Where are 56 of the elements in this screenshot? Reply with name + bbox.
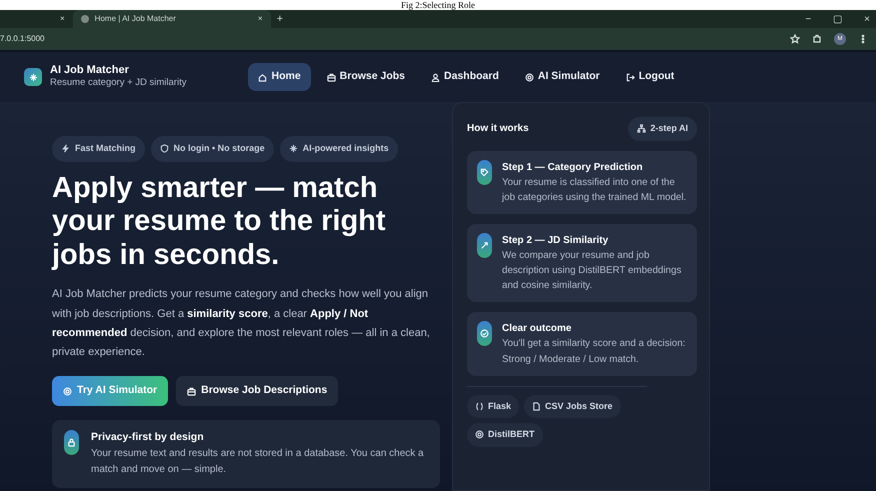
puzzle-icon (812, 34, 822, 44)
sparkle-icon (288, 144, 298, 154)
briefcase-icon (326, 72, 336, 82)
braces-icon (475, 402, 484, 411)
hero-paragraph: AI Job Matcher predicts your resume category and checks how well you align with job descriptions. Get a similarity score, a clear Apply / Not recommended decision, and explore the most relevant roles — all in a clean, private experience. (52, 287, 431, 360)
lock-glyph-icon (67, 438, 76, 448)
shield-icon (160, 144, 169, 154)
check-glyph-icon (480, 329, 489, 338)
tech-chip: CSV Jobs Store (524, 394, 621, 418)
briefcase-icon (187, 386, 196, 396)
step-badge: 2-step AI (628, 117, 697, 140)
browse-button[interactable]: Browse Job Descriptions (176, 376, 338, 406)
browser-tab[interactable]: × (0, 10, 73, 28)
bolt-icon (61, 144, 70, 154)
tab-title: Home | AI Job Matcher (94, 13, 176, 25)
arrows-glyph-icon (480, 240, 489, 250)
tech-chip: Flask (467, 394, 520, 418)
step-text: Your resume is classified into one of the job categories using the trained ML model. (502, 176, 687, 205)
tech-chip: DistilBERT (467, 423, 543, 447)
nav-link[interactable]: Dashboard (421, 63, 509, 91)
close-button[interactable]: × (864, 12, 870, 26)
restore-button[interactable]: ▢ (833, 12, 842, 26)
favicon-icon (80, 15, 89, 23)
step-title: Step 2 — JD Similarity (502, 234, 610, 248)
feature-chip: AI-powered insights (280, 136, 398, 162)
tree-icon (637, 124, 646, 134)
browser-tab[interactable]: Home | AI Job Matcher × (72, 10, 271, 28)
step-text: We compare your resume and job description using DistilBERT embeddings and cosine similarity. (502, 248, 682, 294)
minimize-button[interactable]: − (805, 12, 812, 26)
tag-glyph-icon (480, 168, 489, 176)
nav-link[interactable]: Logout (616, 63, 684, 91)
feature-chip: No login • No storage (150, 136, 274, 162)
nav-link[interactable]: AI Simulator (514, 63, 610, 91)
sparkle-icon (28, 72, 38, 82)
step-title: Clear outcome (502, 322, 572, 336)
person-icon (431, 72, 440, 82)
tab-close-button[interactable]: × (60, 13, 65, 25)
figure-caption: Fig 2:Selecting Role (401, 0, 475, 10)
tab-close-button[interactable]: × (258, 13, 263, 25)
privacy-text: Your resume text and results are not stored in a database. You can check a match and move on — simple. (91, 446, 425, 477)
hero-heading: Apply smarter — match your resume to the right jobs in seconds. (52, 172, 387, 274)
privacy-title: Privacy-first by design (91, 430, 205, 446)
new-tab-button[interactable]: + (270, 10, 290, 28)
logout-icon (626, 72, 635, 82)
star-icon (790, 34, 800, 44)
step-text: You'll get a similarity score and a decision: Strong / Moderate / Low match. (502, 337, 686, 367)
document-icon (532, 402, 542, 411)
nav-link[interactable]: Browse Jobs (316, 63, 416, 91)
address-field[interactable]: 7.0.0.1:5000 (0, 33, 44, 45)
home-icon (258, 72, 268, 82)
panel-title: How it works (467, 122, 529, 136)
feature-chip: Fast Matching (52, 136, 145, 162)
app-subtitle: Resume category + JD similarity (50, 76, 186, 90)
app-title: AI Job Matcher (50, 64, 130, 76)
step-title: Step 1 — Category Prediction (502, 160, 644, 174)
nav-link[interactable]: Home (248, 63, 311, 91)
